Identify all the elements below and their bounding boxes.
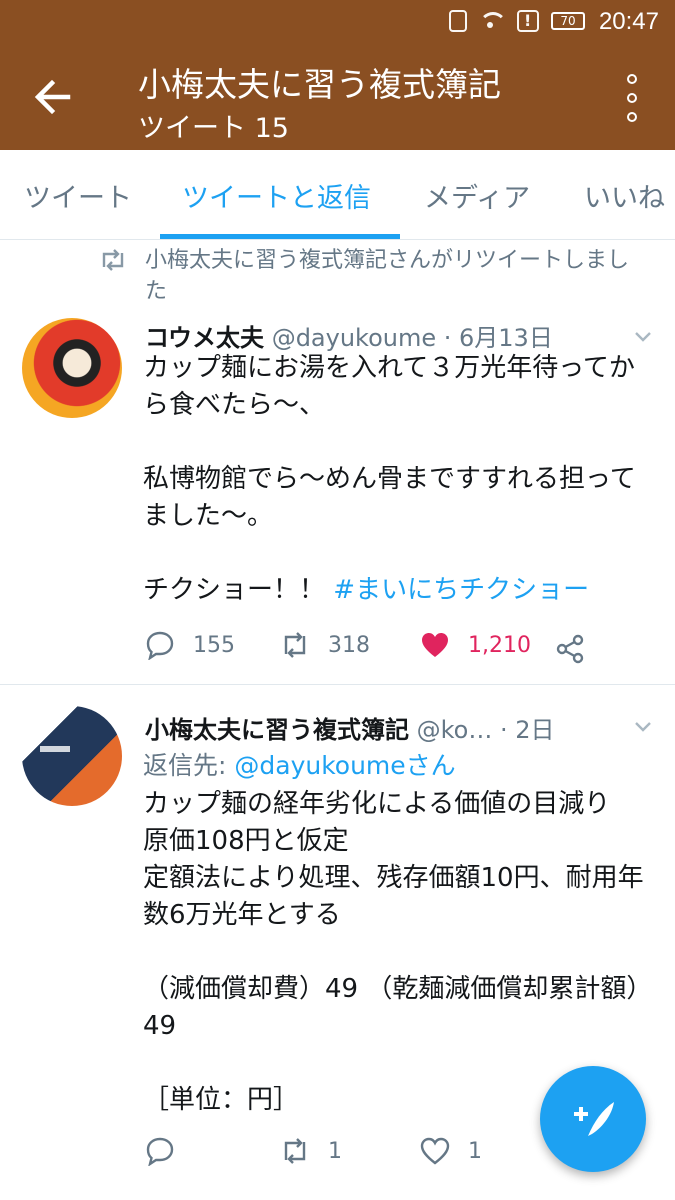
retweet-count: 318	[328, 632, 370, 658]
hashtag-link[interactable]: #まいにちチクショー	[333, 575, 589, 605]
retweet-note-text: 小梅太夫に習う複式簿記さんがリツイートしました	[145, 248, 630, 304]
status-time: 20:47	[598, 8, 659, 35]
reply-count: 155	[193, 632, 235, 658]
reply-to-mention[interactable]: @dayukoumeさん	[234, 751, 455, 780]
reply-icon	[146, 631, 174, 660]
author-name[interactable]: 小梅太夫に習う複式簿記	[145, 716, 409, 744]
author-name[interactable]: コウメ太夫	[145, 324, 264, 352]
back-arrow-icon[interactable]	[28, 72, 78, 122]
reply-button[interactable]: 155	[145, 630, 235, 660]
tab-tweets-replies[interactable]: ツイートと返信	[182, 176, 371, 215]
tab-likes[interactable]: いいね	[584, 176, 665, 215]
page-title: 小梅太夫に習う複式簿記	[138, 65, 501, 104]
app-bar: 小梅太夫に習う複式簿記 ツイート 15	[0, 44, 675, 150]
tweet-body: カップ麺にお湯を入れて３万光年待ってから食べたら〜、 私博物館でら〜めん骨まです…	[143, 353, 636, 605]
retweet-icon	[284, 1138, 306, 1164]
retweet-button[interactable]: 1	[280, 1136, 342, 1166]
tab-indicator	[160, 234, 400, 239]
retweet-count: 1	[328, 1138, 342, 1164]
retweet-button[interactable]: 318	[280, 630, 370, 660]
battery-icon: 70	[551, 12, 585, 30]
status-icons: 70	[449, 10, 585, 32]
heart-icon	[420, 1137, 450, 1165]
like-count: 1	[468, 1138, 482, 1164]
chevron-down-icon[interactable]	[633, 326, 653, 346]
more-vert-icon[interactable]	[625, 74, 639, 124]
tweet-text: カップ麺にお湯を入れて３万光年待ってから食べたら〜、 私博物館でら〜めん骨まです…	[143, 350, 653, 609]
vibrate-icon	[449, 10, 467, 32]
avatar[interactable]	[22, 318, 122, 418]
like-button[interactable]: 1,210	[420, 630, 531, 660]
reply-button[interactable]	[145, 1136, 193, 1166]
compose-icon	[574, 1102, 614, 1136]
tab-tweets[interactable]: ツイート	[24, 176, 132, 215]
retweet-icon	[284, 632, 306, 658]
share-icon[interactable]	[555, 634, 585, 664]
author-handle-date: @ko… · 2日	[416, 716, 555, 744]
like-count: 1,210	[468, 632, 531, 658]
status-bar: 70 20:47	[0, 0, 675, 44]
chevron-down-icon[interactable]	[633, 716, 653, 736]
tweet-count: ツイート 15	[138, 113, 289, 144]
tweet-header: 小梅太夫に習う複式簿記 @ko… · 2日	[145, 710, 555, 745]
reply-to-prefix: 返信先:	[143, 751, 235, 780]
profile-tabs: ツイート ツイートと返信 メディア いいね	[0, 150, 675, 240]
heart-icon	[422, 633, 448, 657]
retweet-icon	[102, 249, 124, 271]
avatar[interactable]	[22, 706, 122, 806]
compose-button[interactable]	[540, 1066, 646, 1172]
tweet-header: コウメ太夫 @dayukoume · 6月13日	[145, 318, 553, 353]
tab-media[interactable]: メディア	[424, 176, 530, 215]
reply-to: 返信先: @dayukoumeさん	[143, 746, 456, 782]
retweet-note: 小梅太夫に習う複式簿記さんがリツイートしました	[100, 245, 650, 307]
author-handle-date: @dayukoume · 6月13日	[271, 324, 553, 352]
tweet-actions: 155 318 1,210	[145, 630, 625, 670]
sim-alert-icon	[517, 10, 539, 32]
like-button[interactable]: 1	[420, 1136, 482, 1166]
reply-icon	[146, 1137, 174, 1166]
tweet-divider	[0, 684, 675, 685]
wifi-icon	[479, 10, 507, 32]
